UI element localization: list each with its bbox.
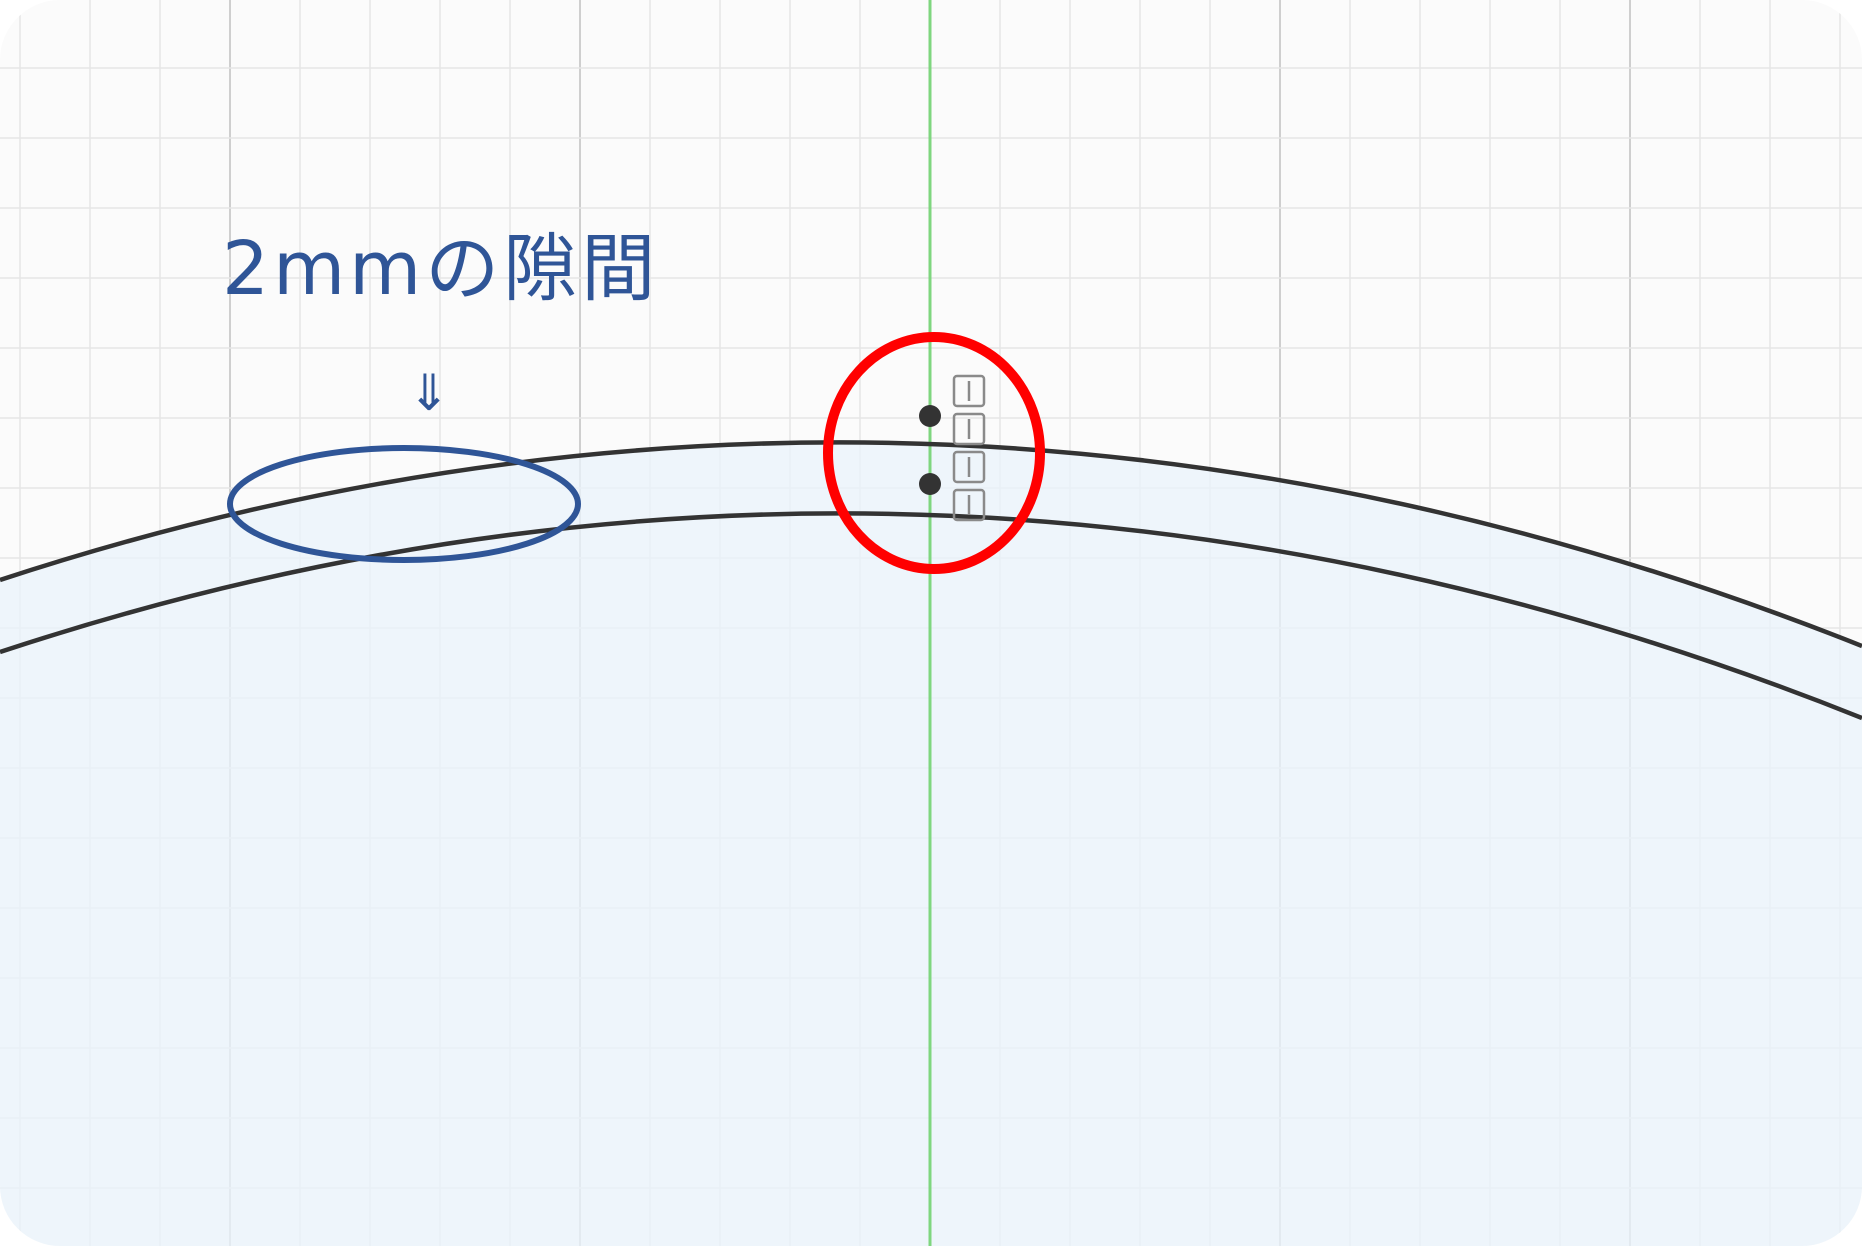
sketch-canvas[interactable]: 2mmの隙間 ⇓ bbox=[0, 0, 1862, 1246]
down-arrow-icon: ⇓ bbox=[408, 364, 450, 422]
sketch-point-inner[interactable] bbox=[919, 473, 941, 495]
sketch-point-outer[interactable] bbox=[919, 405, 941, 427]
sketch-drawing[interactable] bbox=[0, 0, 1862, 1246]
gap-annotation-label: 2mmの隙間 bbox=[222, 226, 660, 312]
